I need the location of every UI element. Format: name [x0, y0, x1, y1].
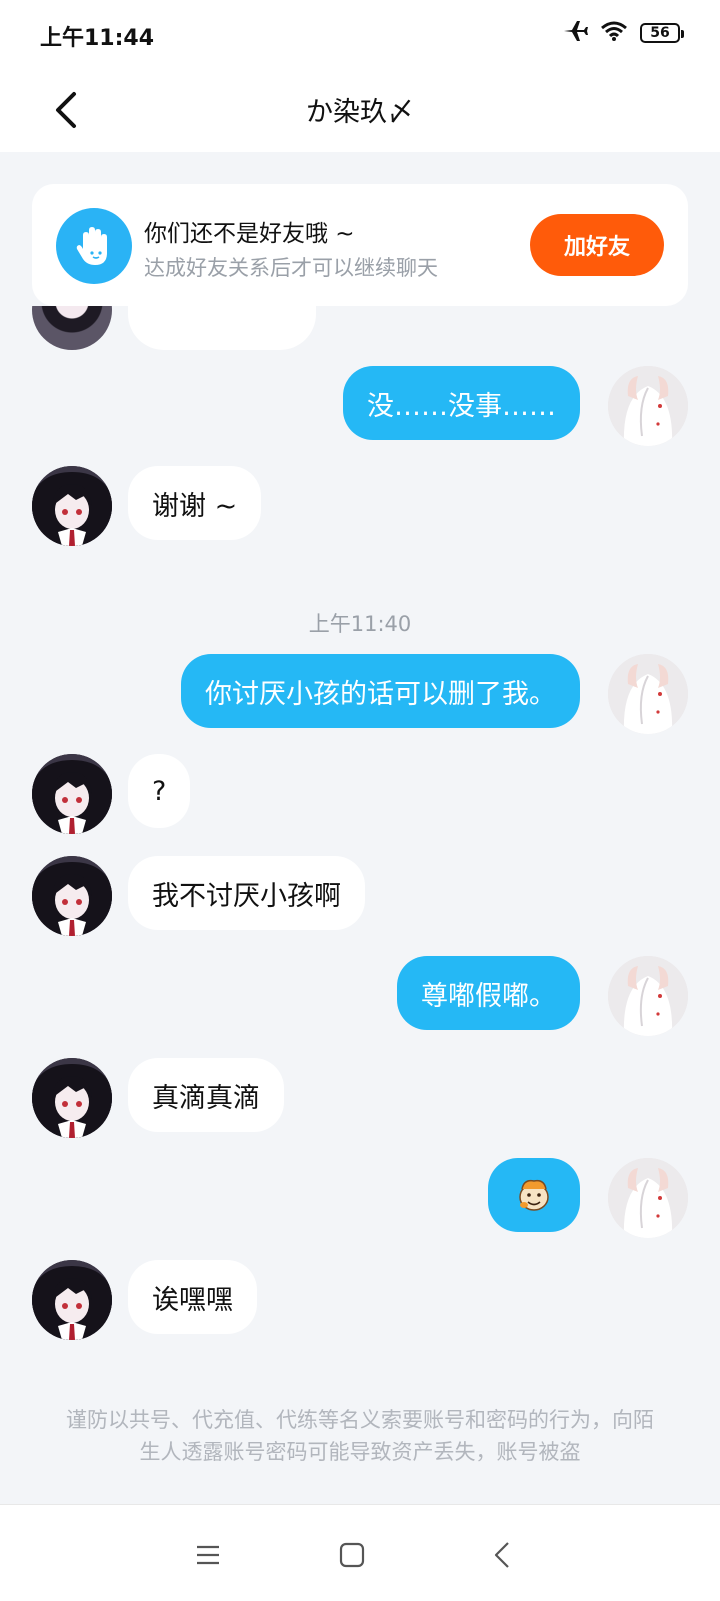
home-button[interactable] — [332, 1535, 372, 1575]
message-bubble[interactable]: 尊嘟假嘟。 — [397, 956, 580, 1030]
emoji-sticker-icon — [519, 1179, 549, 1211]
message-bubble[interactable]: ? — [128, 754, 191, 828]
battery-icon: 56 — [640, 23, 684, 43]
system-nav-bar — [0, 1504, 720, 1601]
notice-subtitle: 达成好友关系后才可以继续聊天 — [144, 256, 438, 280]
security-warning: 谨防以共号、代充值、代练等名义索要账号和密码的行为，向陌生人透露账号密码可能导致… — [66, 1408, 654, 1464]
message-text: 诶嘿嘿 — [152, 1284, 233, 1316]
avatar[interactable] — [32, 856, 112, 936]
system-back-button[interactable] — [482, 1535, 522, 1575]
message-text: ? — [152, 775, 167, 807]
message-text: 真滴真滴 — [152, 1082, 260, 1114]
menu-button[interactable] — [188, 1535, 228, 1575]
message-row: 谢谢 ~ — [0, 466, 720, 546]
status-time: 上午11:44 — [40, 26, 155, 51]
message-row: 尊嘟假嘟。 — [0, 956, 720, 1036]
message-bubble[interactable]: 诶嘿嘿 — [128, 1260, 257, 1334]
chat-header: か染玖〆 — [0, 68, 720, 152]
avatar[interactable] — [32, 306, 112, 350]
chat-timestamp: 上午11:40 — [308, 612, 412, 636]
message-text: 尊嘟假嘟。 — [421, 980, 556, 1012]
airplane-icon — [562, 20, 588, 46]
message-text: 谢谢 ~ — [152, 490, 238, 522]
back-triangle-icon — [494, 1542, 509, 1568]
message-row: 诶嘿嘿 — [0, 1260, 720, 1340]
message-bubble[interactable]: 你讨厌小孩的话可以删了我。 — [181, 654, 580, 728]
avatar[interactable] — [608, 366, 688, 446]
avatar[interactable] — [32, 1260, 112, 1340]
partial-message-row — [0, 306, 720, 350]
wifi-icon — [600, 20, 628, 46]
message-bubble[interactable]: 谢谢 ~ — [128, 466, 262, 540]
message-row: 我不讨厌小孩啊 — [0, 856, 720, 936]
message-row: 真滴真滴 — [0, 1058, 720, 1138]
message-row: ? — [0, 754, 720, 834]
message-bubble[interactable]: 没……没事…… — [343, 366, 580, 440]
add-friend-button[interactable]: 加好友 — [530, 214, 664, 276]
notice-title: 你们还不是好友哦 ~ — [144, 221, 355, 247]
status-bar: 上午11:44 56 — [0, 0, 720, 68]
avatar[interactable] — [608, 654, 688, 734]
message-text: 你讨厌小孩的话可以删了我。 — [205, 678, 556, 710]
avatar[interactable] — [32, 466, 112, 546]
message-row: 你讨厌小孩的话可以删了我。 — [0, 654, 720, 734]
message-bubble[interactable]: 真滴真滴 — [128, 1058, 284, 1132]
message-row — [0, 1158, 720, 1238]
avatar[interactable] — [32, 754, 112, 834]
avatar[interactable] — [608, 1158, 688, 1238]
friend-notice-card: 你们还不是好友哦 ~ 达成好友关系后才可以继续聊天 加好友 — [32, 184, 688, 306]
home-square-icon — [339, 1542, 365, 1568]
status-icons: 56 — [562, 20, 684, 46]
message-bubble[interactable] — [488, 1158, 580, 1232]
message-text: 没……没事…… — [367, 390, 556, 422]
menu-icon — [197, 1545, 219, 1565]
message-bubble[interactable]: 我不讨厌小孩啊 — [128, 856, 365, 930]
avatar[interactable] — [32, 1058, 112, 1138]
hand-icon — [56, 208, 132, 284]
message-text: 我不讨厌小孩啊 — [152, 880, 341, 912]
message-row: 没……没事…… — [0, 366, 720, 446]
avatar[interactable] — [608, 956, 688, 1036]
message-bubble[interactable] — [128, 306, 316, 350]
chat-title: か染玖〆 — [306, 97, 414, 128]
battery-level: 56 — [650, 25, 670, 41]
